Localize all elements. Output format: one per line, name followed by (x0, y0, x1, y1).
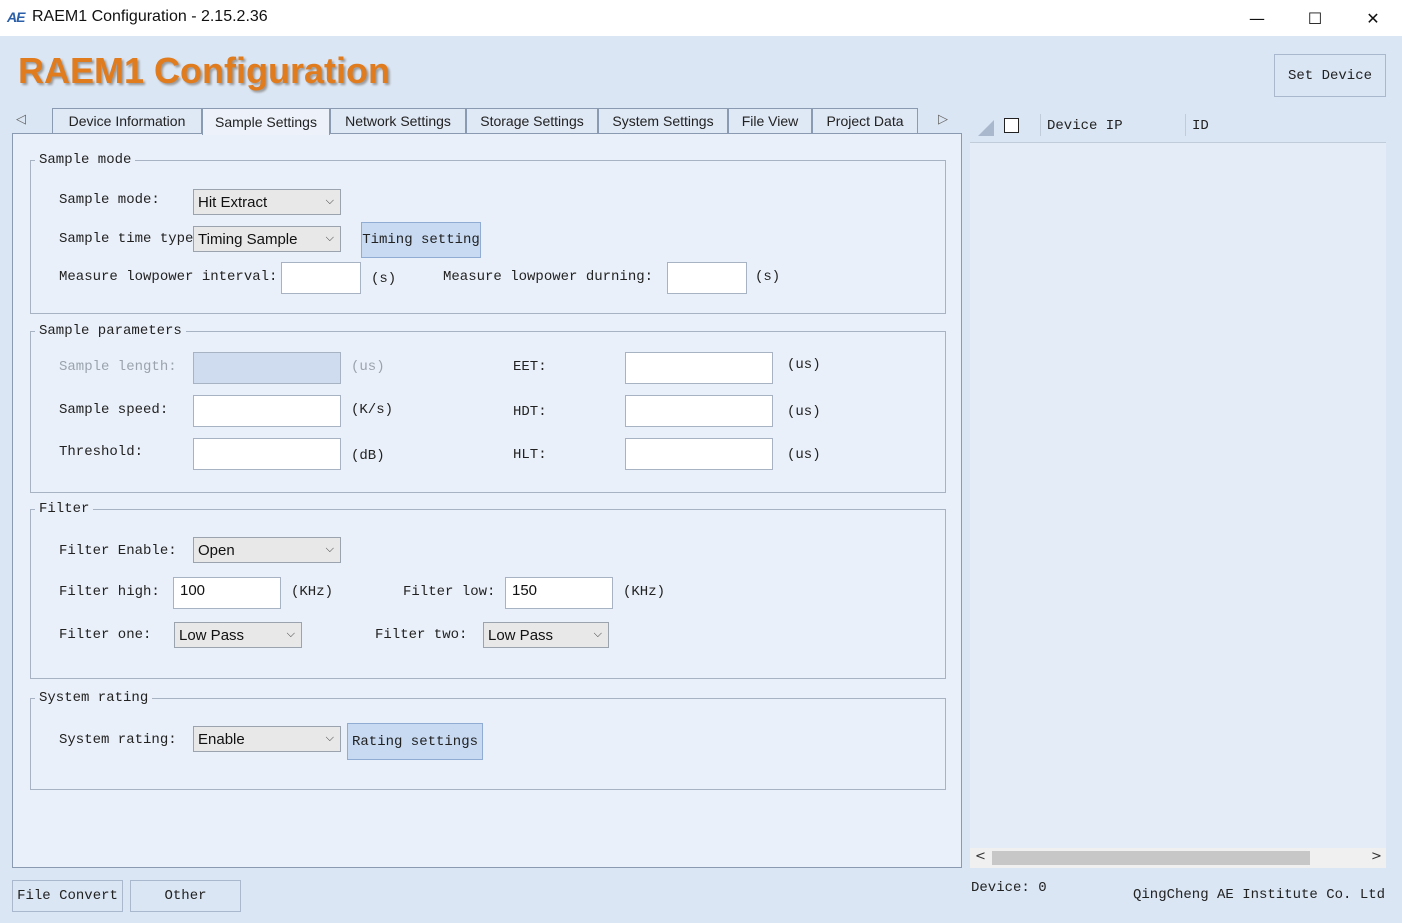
hdt-unit: (us) (787, 404, 821, 420)
chevron-down-icon: ⌵ (593, 627, 602, 640)
sample-time-type-label: Sample time type: (59, 231, 202, 247)
header-divider (1185, 114, 1186, 136)
sample-speed-unit: (K/s) (351, 402, 394, 418)
device-grid (970, 108, 1386, 848)
tab-project-data[interactable]: Project Data (812, 108, 918, 133)
hdt-label: HDT: (513, 404, 547, 420)
filter-enable-select[interactable]: Open ⌵ (193, 537, 341, 563)
tab-storage-settings[interactable]: Storage Settings (466, 108, 598, 133)
other-button[interactable]: Other (130, 880, 241, 912)
sample-length-input (193, 352, 341, 384)
scroll-left-icon[interactable]: < (975, 849, 986, 864)
system-rating-value: Enable (198, 730, 245, 748)
company-name: QingCheng AE Institute Co. Ltd (1133, 887, 1386, 903)
eet-unit: (us) (787, 357, 821, 373)
filter-one-select[interactable]: Low Pass ⌵ (174, 622, 302, 648)
chevron-down-icon: ⌵ (325, 542, 334, 555)
maximize-icon: ☐ (1307, 8, 1323, 28)
sample-mode-legend: Sample mode (35, 152, 136, 168)
hlt-input[interactable] (625, 438, 773, 470)
scrollbar-thumb[interactable] (992, 851, 1310, 865)
system-rating-select[interactable]: Enable ⌵ (193, 726, 341, 752)
set-device-button[interactable]: Set Device (1274, 54, 1386, 97)
tab-sample-settings[interactable]: Sample Settings (202, 108, 330, 135)
device-grid-header: Device IP ID (970, 108, 1386, 143)
minimize-button[interactable]: — (1228, 0, 1286, 36)
lowpower-during-input[interactable] (667, 262, 747, 294)
file-convert-button[interactable]: File Convert (12, 880, 123, 912)
threshold-label: Threshold: (59, 444, 144, 460)
tab-scroll-left-icon[interactable]: ◁ (16, 112, 26, 127)
hlt-unit: (us) (787, 447, 821, 463)
sample-mode-select[interactable]: Hit Extract ⌵ (193, 189, 341, 215)
filter-high-unit: (KHz) (291, 584, 334, 600)
sample-settings-panel: Sample mode Sample mode: Hit Extract ⌵ S… (12, 133, 962, 868)
window-title: RAEM1 Configuration - 2.15.2.36 (32, 8, 268, 25)
tab-system-settings[interactable]: System Settings (598, 108, 728, 133)
sample-speed-input[interactable] (193, 395, 341, 427)
app-logo-icon: AE (7, 9, 25, 25)
minimize-icon: — (1249, 8, 1265, 28)
timing-setting-button[interactable]: Timing setting (361, 222, 481, 258)
header-divider (1040, 114, 1041, 136)
select-all-corner-icon (978, 120, 994, 136)
filter-two-value: Low Pass (488, 626, 554, 644)
threshold-input[interactable] (193, 438, 341, 470)
filter-low-input[interactable]: 150 (505, 577, 613, 609)
filter-low-label: Filter low: (403, 584, 496, 600)
filter-one-label: Filter one: (59, 627, 152, 643)
threshold-unit: (dB) (351, 448, 385, 464)
app-title: RAEM1 Configuration (18, 50, 390, 91)
chevron-down-icon: ⌵ (325, 194, 334, 207)
sample-length-unit: (us) (351, 359, 385, 375)
tab-scroll-right-icon[interactable]: ▷ (938, 112, 948, 127)
sample-time-type-value: Timing Sample (198, 230, 298, 248)
filter-low-unit: (KHz) (623, 584, 666, 600)
device-count: Device: 0 (971, 880, 1047, 896)
system-rating-legend: System rating (35, 690, 153, 706)
tab-network-settings[interactable]: Network Settings (330, 108, 466, 133)
sample-mode-label: Sample mode: (59, 192, 160, 208)
filter-high-label: Filter high: (59, 584, 160, 600)
filter-enable-label: Filter Enable: (59, 543, 177, 559)
filter-two-select[interactable]: Low Pass ⌵ (483, 622, 609, 648)
system-rating-label: System rating: (59, 732, 177, 748)
sample-parameters-legend: Sample parameters (35, 323, 186, 339)
filter-two-label: Filter two: (375, 627, 468, 643)
eet-label: EET: (513, 359, 547, 375)
sample-speed-label: Sample speed: (59, 402, 169, 418)
tab-file-view[interactable]: File View (728, 108, 812, 133)
sample-mode-value: Hit Extract (198, 193, 268, 211)
tab-strip: ◁ Device Information Sample Settings Net… (12, 108, 962, 135)
chevron-down-icon: ⌵ (286, 627, 295, 640)
hlt-label: HLT: (513, 447, 547, 463)
sample-length-label: Sample length: (59, 359, 177, 375)
filter-one-value: Low Pass (179, 626, 245, 644)
lowpower-interval-input[interactable] (281, 262, 361, 294)
close-button[interactable]: ✕ (1344, 0, 1402, 36)
eet-input[interactable] (625, 352, 773, 384)
lowpower-during-unit: (s) (755, 269, 781, 285)
lowpower-during-label: Measure lowpower durning: (443, 269, 654, 285)
scroll-right-icon[interactable]: > (1371, 849, 1382, 864)
filter-enable-value: Open (198, 541, 235, 559)
close-icon: ✕ (1366, 8, 1380, 28)
rating-settings-button[interactable]: Rating settings (347, 723, 483, 760)
lowpower-interval-label: Measure lowpower interval: (59, 269, 278, 285)
maximize-button[interactable]: ☐ (1286, 0, 1344, 36)
filter-high-input[interactable]: 100 (173, 577, 281, 609)
select-all-checkbox[interactable] (1004, 118, 1019, 133)
device-ip-column-header[interactable]: Device IP (1047, 118, 1123, 134)
hdt-input[interactable] (625, 395, 773, 427)
horizontal-scrollbar[interactable]: < > (970, 848, 1386, 868)
tab-device-information[interactable]: Device Information (52, 108, 202, 133)
filter-legend: Filter (35, 501, 94, 517)
sample-time-type-select[interactable]: Timing Sample ⌵ (193, 226, 341, 252)
chevron-down-icon: ⌵ (325, 731, 334, 744)
lowpower-interval-unit: (s) (371, 271, 397, 287)
chevron-down-icon: ⌵ (325, 231, 334, 244)
id-column-header[interactable]: ID (1192, 118, 1209, 134)
